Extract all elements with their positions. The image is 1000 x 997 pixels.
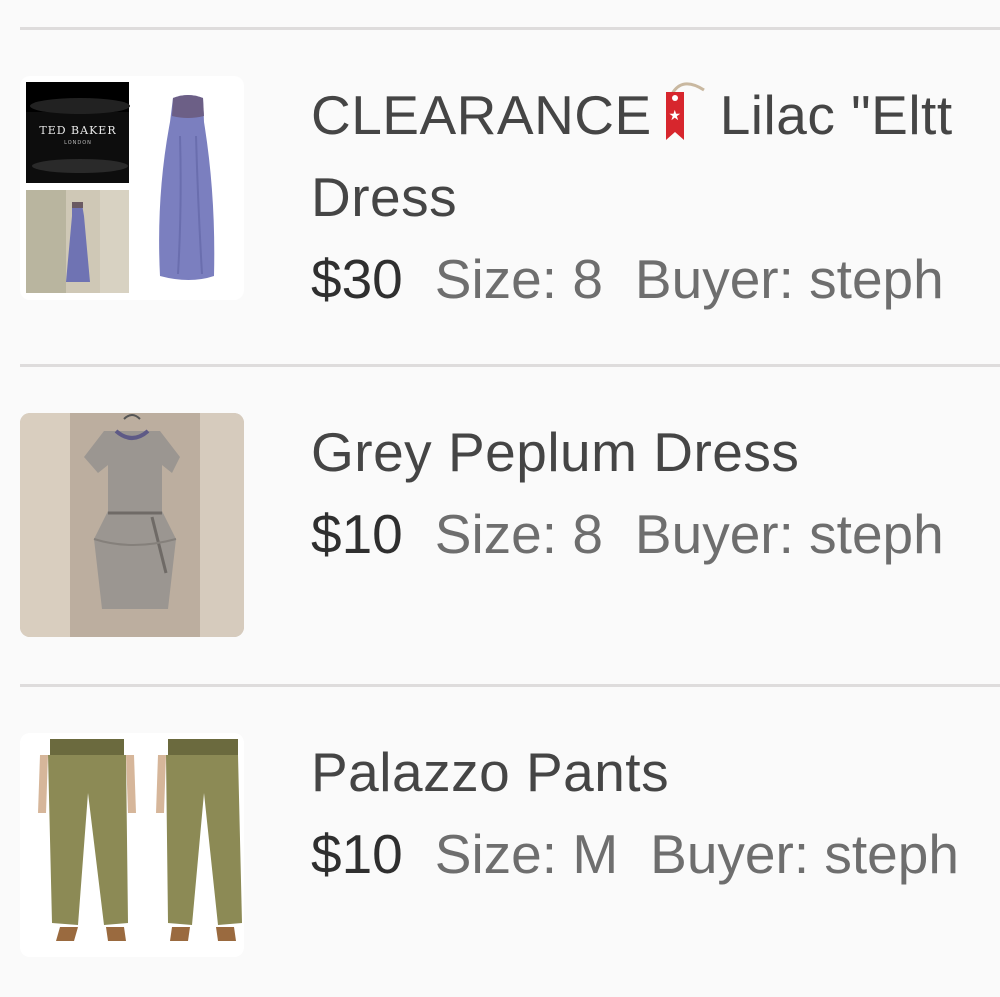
svg-text:★: ★ <box>668 108 681 124</box>
listing-thumbnail[interactable]: TED BAKER LONDON <box>20 76 244 300</box>
listing-row[interactable]: Grey Peplum Dress $10 Size: 8 Buyer: steph <box>0 367 1000 684</box>
listing-meta: $10 Size: M Buyer: steph <box>311 813 1000 895</box>
listing-title-line2: Dress <box>311 166 458 228</box>
price: $10 <box>311 503 403 565</box>
ted-baker-logo-text: TED BAKER <box>39 124 116 137</box>
price: $10 <box>311 823 403 885</box>
listing-row[interactable]: TED BAKER LONDON CLEARANCE ★ Lilac "Eltt… <box>0 30 1000 364</box>
listing-title[interactable]: Grey Peplum Dress <box>311 411 1000 493</box>
listing-info: Palazzo Pants $10 Size: M Buyer: steph <box>311 731 1000 895</box>
listing-row[interactable]: Palazzo Pants $10 Size: M Buyer: steph <box>0 687 1000 997</box>
listing-meta: $10 Size: 8 Buyer: steph <box>311 493 1000 575</box>
svg-text:LONDON: LONDON <box>64 140 92 146</box>
listing-title[interactable]: Palazzo Pants <box>311 731 1000 813</box>
size: Size: 8 <box>434 503 603 565</box>
price: $30 <box>311 248 403 310</box>
listing-title-rest: Lilac "Eltt <box>719 84 953 146</box>
listing-thumbnail[interactable] <box>20 413 244 637</box>
buyer[interactable]: Buyer: steph <box>635 503 944 565</box>
size: Size: M <box>434 823 619 885</box>
buyer[interactable]: Buyer: steph <box>635 248 944 310</box>
red-tag-icon: ★ <box>654 80 710 140</box>
buyer[interactable]: Buyer: steph <box>650 823 959 885</box>
listing-thumbnail[interactable] <box>20 733 244 957</box>
listing-meta: $30 Size: 8 Buyer: steph <box>311 238 1000 320</box>
listing-title[interactable]: CLEARANCE ★ Lilac "Eltt <box>311 74 1000 156</box>
listing-info: CLEARANCE ★ Lilac "Eltt Dress $30 Size: 8… <box>311 74 1000 320</box>
listing-info: Grey Peplum Dress $10 Size: 8 Buyer: steph <box>311 411 1000 575</box>
size: Size: 8 <box>434 248 603 310</box>
clearance-label: CLEARANCE <box>311 84 652 146</box>
